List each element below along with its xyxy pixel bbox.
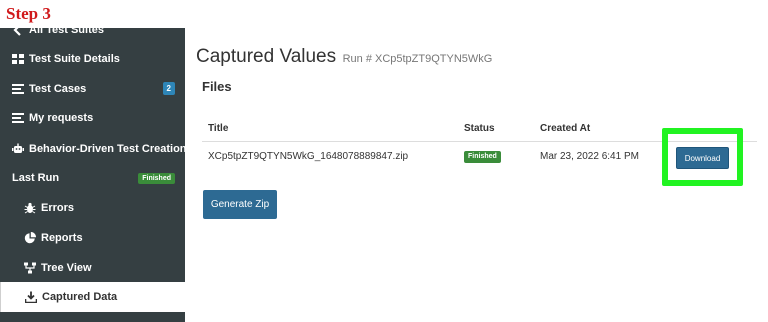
sidebar-item-label: Captured Data: [42, 291, 118, 303]
page-header: Captured Values Run # XCp5tpZT9QTYN5WkG: [196, 46, 492, 68]
sidebar-item-label: Last Run: [12, 172, 60, 184]
test-cases-count-badge: 2: [162, 82, 175, 95]
generate-zip-button[interactable]: Generate Zip: [203, 190, 277, 219]
sidebar-item-errors[interactable]: Errors: [0, 193, 185, 223]
sidebar-item-last-run[interactable]: Last Run Finished: [0, 163, 185, 193]
sidebar-item-reports[interactable]: Reports: [0, 223, 185, 253]
chevron-left-icon: [12, 28, 24, 36]
last-run-status-badge: Finished: [138, 173, 175, 184]
file-status-badge: Finished: [464, 151, 501, 163]
download-icon: [25, 291, 37, 303]
file-name: XCp5tpZT9QTYN5WkG_1648078889847.zip: [208, 151, 409, 162]
sidebar-item-label: Errors: [41, 202, 75, 214]
pie-chart-icon: [24, 232, 36, 244]
run-id-label: Run # XCp5tpZT9QTYN5WkG: [342, 53, 493, 65]
sidebar-item-behavior-driven-test-creation[interactable]: Behavior-Driven Test Creation: [0, 134, 185, 164]
robot-icon: [12, 143, 24, 155]
sidebar-item-test-cases[interactable]: Test Cases 2: [0, 74, 185, 104]
sidebar-item-label: My requests: [29, 112, 94, 124]
grid-icon: [12, 53, 24, 65]
column-header-created-at: Created At: [540, 123, 591, 134]
sidebar-item-tree-view[interactable]: Tree View: [0, 253, 185, 283]
sidebar-item-label: Test Suite Details: [29, 53, 120, 65]
step-label: Step 3: [6, 4, 51, 23]
sidebar-item-label: Behavior-Driven Test Creation: [29, 143, 185, 155]
sidebar-item-label: Reports: [41, 232, 83, 244]
sidebar-item-label: All Test Suites: [29, 28, 104, 36]
sidebar-item-all-test-suites[interactable]: All Test Suites: [0, 28, 185, 45]
page-title: Captured Values: [196, 46, 337, 67]
sidebar-item-my-requests[interactable]: My requests: [0, 103, 185, 133]
sidebar: All Test Suites Test Suite Details Test …: [0, 28, 185, 322]
list-icon: [12, 83, 24, 95]
sidebar-item-captured-data[interactable]: Captured Data: [0, 282, 185, 312]
file-created-at: Mar 23, 2022 6:41 PM: [540, 151, 639, 162]
list-icon: [12, 112, 24, 124]
sidebar-item-label: Test Cases: [29, 83, 87, 95]
sitemap-icon: [24, 262, 36, 274]
bug-icon: [24, 202, 36, 214]
column-header-title: Title: [208, 123, 229, 134]
download-button[interactable]: Download: [676, 147, 729, 169]
sidebar-item-test-suite-details[interactable]: Test Suite Details: [0, 44, 185, 74]
sidebar-item-label: Tree View: [41, 262, 92, 274]
column-header-status: Status: [464, 123, 495, 134]
files-heading: Files: [202, 79, 232, 94]
